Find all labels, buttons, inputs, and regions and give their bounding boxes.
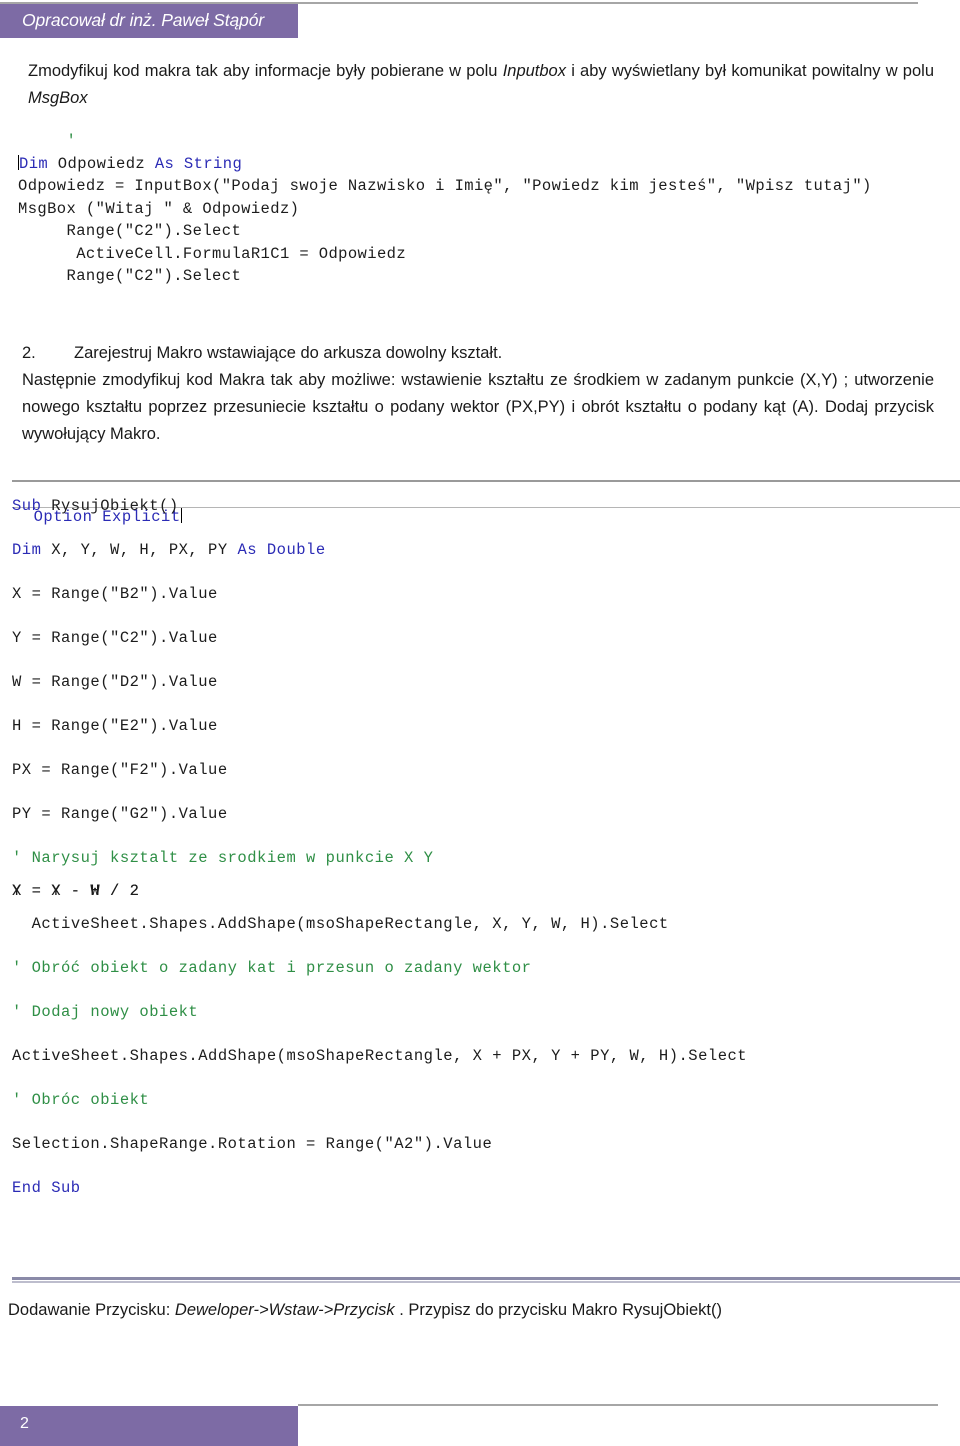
code-token: PY = Range("G2").Value: [12, 805, 228, 823]
task2-heading-label: Zarejestruj Makro wstawiające do arkusza…: [74, 344, 503, 362]
code-line: ' Obróć obiekt o zadany kat i przesun o …: [12, 946, 960, 990]
code-token: Selection.ShapeRange.Rotation = Range("A…: [12, 1135, 493, 1153]
code-line: PY = Range("G2").Value: [12, 792, 960, 836]
page-number-badge: 2: [0, 1406, 298, 1446]
code-token: ' Dodaj nowy obiekt: [12, 1003, 199, 1021]
code-line: ' Narysuj ksztalt ze srodkiem w punkcie …: [12, 836, 960, 880]
task2-number: 2.: [22, 344, 36, 362]
code-token: ActiveCell.FormulaR1C1 = Odpowiedz: [76, 244, 407, 263]
code-token: Dim: [12, 541, 42, 559]
code-token: As String: [154, 154, 243, 173]
code-token: ' Obróc obiekt: [12, 1091, 150, 1109]
code-token: Odpowiedz: [48, 154, 155, 173]
code-line: ActiveCell.FormulaR1C1 = Odpowiedz: [18, 243, 960, 266]
code-line: Y = Range("C2").Value: [12, 616, 960, 660]
code-line: Selection.ShapeRange.Rotation = Range("A…: [12, 1122, 960, 1166]
code-token: End Sub: [12, 1179, 81, 1197]
code-token: RysujObiekt(): [41, 497, 179, 515]
task2-body: Następnie zmodyfikuj kod Makra tak aby m…: [22, 371, 934, 443]
code-token: ' Obróć obiekt o zadany kat i przesun o …: [12, 959, 532, 977]
code-token: X = Range("B2").Value: [12, 585, 218, 603]
code-token: As Double: [237, 541, 326, 559]
code-line: ActiveSheet.Shapes.AddShape(msoShapeRect…: [12, 902, 960, 946]
vba-separator-bottom: [12, 1277, 960, 1280]
code-line: Odpowiedz = InputBox("Podaj swoje Nazwis…: [18, 175, 960, 198]
footer-note-prefix: Dodawanie Przycisku:: [8, 1301, 175, 1319]
code-token: PX = Range("F2").Value: [12, 761, 228, 779]
code-line: ' Obróc obiekt: [12, 1078, 960, 1122]
vba-code-screenshot-1: ' Dim Odpowiedz As String Odpowiedz = Inpu…: [18, 130, 960, 288]
code-token: H = Range("E2").Value: [12, 717, 218, 735]
code-line: Dim Odpowiedz As String: [18, 153, 960, 176]
code-token: ' Narysuj ksztalt ze srodkiem w punkcie …: [12, 849, 434, 867]
code-token: ': [66, 132, 77, 150]
code-token: Dim: [19, 154, 49, 173]
code-line: Range("C2").Select: [18, 265, 960, 288]
code-token: X, Y, W, H, PX, PY: [41, 541, 238, 559]
footer-rule: [298, 1404, 938, 1406]
code-token: Range("C2").Select: [66, 267, 242, 285]
text-caret-icon: [18, 154, 19, 170]
task2-heading: 2. Zarejestruj Makro wstawiające do arkus…: [22, 340, 934, 367]
code-token: ActiveSheet.Shapes.AddShape(msoShapeRect…: [31, 915, 669, 933]
code-line: ActiveSheet.Shapes.AddShape(msoShapeRect…: [12, 1034, 960, 1078]
intro-text-2: i aby wyświetlany był komunikat powitaln…: [566, 62, 934, 80]
code-line: W = Range("D2").Value: [12, 660, 960, 704]
code-line: MsgBox ("Witaj " & Odpowiedz): [18, 198, 960, 221]
code-line: Y = Y - H / 2: [12, 880, 960, 902]
footer-note-suffix: . Przypisz do przycisku Makro RysujObiek…: [394, 1301, 722, 1319]
code-line: Range("C2").Select: [18, 220, 960, 243]
vba-separator-top: [12, 480, 960, 482]
code-line: X = Range("B2").Value: [12, 572, 960, 616]
author-tag: Opracował dr inż. Paweł Stąpór: [0, 4, 298, 38]
inputbox-term: Inputbox: [502, 62, 566, 80]
code-line: ': [18, 130, 960, 153]
footer-note-paragraph: Dodawanie Przycisku: Deweloper->Wstaw->P…: [8, 1297, 938, 1324]
code-token: Y = Range("C2").Value: [12, 629, 218, 647]
code-line: Sub RysujObiekt(): [12, 484, 960, 528]
author-tag-label: Opracował dr inż. Paweł Stąpór: [22, 10, 265, 30]
intro-paragraph: Zmodyfikuj kod makra tak aby informacje …: [28, 58, 934, 112]
code-token: ActiveSheet.Shapes.AddShape(msoShapeRect…: [12, 1047, 748, 1065]
page-number-label: 2: [20, 1415, 29, 1432]
msgbox-term: MsgBox: [28, 89, 88, 107]
code-line: ' Dodaj nowy obiekt: [12, 990, 960, 1034]
code-token: Sub: [12, 497, 42, 515]
code-line: H = Range("E2").Value: [12, 704, 960, 748]
code-line: End Sub: [12, 1166, 960, 1210]
code-token: Y = Y - H / 2: [12, 882, 140, 900]
intro-text-1: Zmodyfikuj kod makra tak aby informacje …: [28, 62, 503, 80]
code-line: PX = Range("F2").Value: [12, 748, 960, 792]
code-line: Dim X, Y, W, H, PX, PY As Double: [12, 528, 960, 572]
code-token: Range("C2").Select: [66, 222, 242, 240]
code-token: MsgBox ("Witaj " & Odpowiedz): [18, 199, 300, 218]
footer-note-path: Deweloper->Wstaw->Przycisk: [174, 1301, 395, 1319]
code-token: W = Range("D2").Value: [12, 673, 218, 691]
vba-separator-bottom-2: [12, 1281, 960, 1283]
code-token: Odpowiedz = InputBox("Podaj swoje Nazwis…: [18, 177, 872, 195]
vba-code-screenshot-2: Sub RysujObiekt() Dim X, Y, W, H, PX, PY …: [12, 484, 960, 1210]
